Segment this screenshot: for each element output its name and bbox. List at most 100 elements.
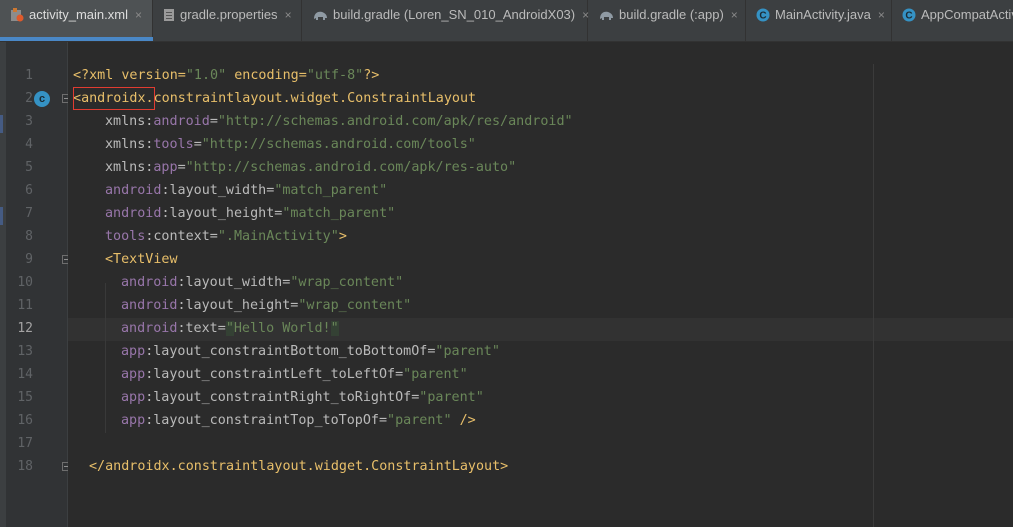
- close-icon[interactable]: ×: [731, 8, 738, 22]
- attr-prefix: xmlns:: [105, 160, 154, 175]
- namespace: android: [153, 114, 210, 129]
- line-number: 18: [17, 459, 33, 474]
- tab-main-activity-java[interactable]: C MainActivity.java ×: [746, 0, 892, 41]
- code-line-13: app:layout_constraintBottom_toBottomOf="…: [121, 340, 500, 363]
- xml-layout-icon: [10, 7, 24, 22]
- attr-value: "parent": [387, 413, 452, 428]
- line-number: 2: [25, 91, 33, 106]
- right-margin-guide: [873, 64, 874, 527]
- tab-label: activity_main.xml: [29, 6, 128, 22]
- code-line-10: android:layout_width="wrap_content": [121, 271, 403, 294]
- line-number: 15: [17, 390, 33, 405]
- svg-text:C: C: [905, 10, 912, 21]
- code-line-15: app:layout_constraintRight_toRightOf="pa…: [121, 386, 484, 409]
- editor-tab-bar: activity_main.xml × gradle.properties × …: [0, 0, 1013, 42]
- properties-file-icon: [163, 8, 175, 22]
- tab-activity-main-xml[interactable]: activity_main.xml ×: [0, 0, 153, 41]
- attr-value: "match_parent": [274, 183, 388, 198]
- tag-self-close: />: [451, 413, 476, 428]
- equals: =: [177, 160, 186, 175]
- line-number: 4: [25, 137, 33, 152]
- attr-value: "parent": [435, 344, 500, 359]
- tab-build-gradle-app[interactable]: build.gradle (:app) ×: [588, 0, 746, 41]
- tab-appcompat-activity[interactable]: C AppCompatActiv: [892, 0, 1013, 41]
- tag-name: constraintlayout.widget.ConstraintLayout: [153, 91, 477, 106]
- code-line-18: </androidx.constraintlayout.widget.Const…: [89, 455, 508, 478]
- attr-value: "http://schemas.android.com/tools": [201, 137, 476, 152]
- code-line-1: <?xml version="1.0" encoding="utf-8"?>: [73, 64, 379, 87]
- namespace: tools: [105, 229, 146, 244]
- attr-name: :layout_constraintRight_toRightOf=: [145, 390, 420, 405]
- tag-close-bracket: >: [338, 229, 347, 244]
- line-number: 3: [25, 114, 33, 129]
- equals: =: [193, 137, 202, 152]
- attr-name: :layout_constraintBottom_toBottomOf=: [145, 344, 436, 359]
- attr-value: "http://schemas.android.com/apk/res-auto…: [185, 160, 517, 175]
- namespace: app: [121, 390, 146, 405]
- code-line-3: xmlns:android="http://schemas.android.co…: [105, 110, 573, 133]
- code-line-4: xmlns:tools="http://schemas.android.com/…: [105, 133, 476, 156]
- brace-match-quote: ": [330, 321, 339, 336]
- line-number: 1: [25, 68, 33, 83]
- svg-text:C: C: [759, 10, 766, 21]
- attr-value: "parent": [419, 390, 484, 405]
- attr-name: :text=: [177, 321, 226, 336]
- tab-label: gradle.properties: [180, 6, 278, 22]
- xml-decl: <?xml version=: [73, 68, 186, 83]
- class-usage-icon[interactable]: c: [34, 91, 50, 107]
- attr-value: "match_parent": [282, 206, 396, 221]
- tab-label: build.gradle (Loren_SN_010_AndroidX03): [333, 6, 576, 22]
- attr-name: :layout_height=: [161, 206, 283, 221]
- red-highlight-box: [73, 87, 155, 110]
- namespace: android: [121, 298, 178, 313]
- code-line-7: android:layout_height="match_parent": [105, 202, 395, 225]
- close-icon[interactable]: ×: [878, 8, 885, 22]
- line-number: 9: [25, 252, 33, 267]
- namespace: tools: [153, 137, 194, 152]
- close-icon[interactable]: ×: [285, 8, 292, 22]
- attr-name: :layout_constraintLeft_toLeftOf=: [145, 367, 404, 382]
- java-class-icon: C: [756, 8, 770, 22]
- gradle-elephant-icon: [312, 9, 328, 21]
- tab-label: MainActivity.java: [775, 6, 871, 22]
- indent-guide: [105, 283, 106, 433]
- code-line-9: <TextView: [105, 248, 178, 271]
- attr-prefix: xmlns:: [105, 114, 154, 129]
- namespace: app: [121, 367, 146, 382]
- attr-name: :layout_width=: [177, 275, 291, 290]
- line-number: 13: [17, 344, 33, 359]
- code-line-5: xmlns:app="http://schemas.android.com/ap…: [105, 156, 516, 179]
- close-icon[interactable]: ×: [582, 8, 589, 22]
- editor-gutter: 1 2 3 4 5 6 7 8 9 10 11 12 13 14 15 16 1…: [6, 42, 68, 527]
- attr-prefix: xmlns:: [105, 137, 154, 152]
- namespace: android: [121, 275, 178, 290]
- tab-gradle-properties[interactable]: gradle.properties ×: [153, 0, 302, 41]
- attr-name: :context=: [145, 229, 218, 244]
- attr-value: "parent": [403, 367, 468, 382]
- tab-label: AppCompatActiv: [921, 6, 1013, 22]
- close-icon[interactable]: ×: [135, 8, 142, 22]
- closing-tag: </androidx.constraintlayout.widget.Const…: [89, 459, 509, 474]
- equals: =: [209, 114, 218, 129]
- java-class-icon: C: [902, 8, 916, 22]
- line-number-current: 12: [17, 321, 33, 336]
- attr-value: "http://schemas.android.com/apk/res/andr…: [217, 114, 573, 129]
- namespace: app: [121, 344, 146, 359]
- xml-decl-close: ?>: [363, 68, 380, 83]
- tab-build-gradle-project[interactable]: build.gradle (Loren_SN_010_AndroidX03) ×: [302, 0, 589, 41]
- attr-name: :layout_height=: [177, 298, 299, 313]
- gradle-elephant-icon: [598, 9, 614, 21]
- tab-label: build.gradle (:app): [619, 6, 724, 22]
- line-number: 8: [25, 229, 33, 244]
- namespace: android: [105, 206, 162, 221]
- line-number: 17: [17, 436, 33, 451]
- namespace: android: [105, 183, 162, 198]
- line-number: 6: [25, 183, 33, 198]
- xml-encoding-value: "utf-8": [306, 68, 364, 83]
- change-marker: [0, 207, 3, 225]
- attr-name: :layout_constraintTop_toTopOf=: [145, 413, 388, 428]
- attr-value: "wrap_content": [298, 298, 412, 313]
- attr-value: "wrap_content": [290, 275, 404, 290]
- line-number: 10: [17, 275, 33, 290]
- attr-name: :layout_width=: [161, 183, 275, 198]
